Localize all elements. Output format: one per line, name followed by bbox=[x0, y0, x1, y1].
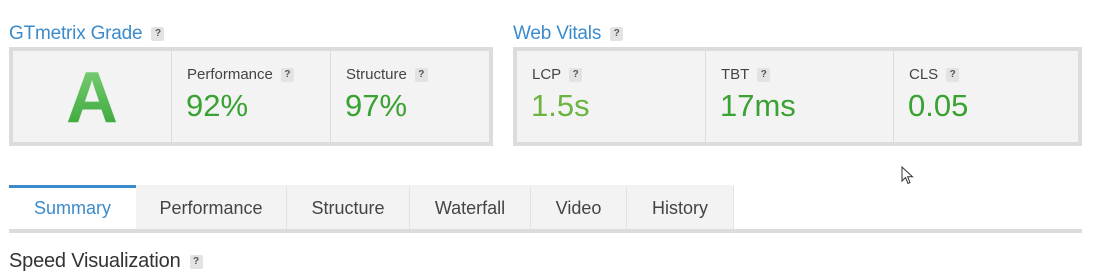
lcp-label: LCP bbox=[532, 66, 562, 83]
cls-label: CLS bbox=[909, 66, 939, 83]
gtmetrix-grade-help-icon[interactable]: ? bbox=[151, 27, 165, 41]
cls-help-icon[interactable]: ? bbox=[946, 67, 960, 82]
lcp-help-icon[interactable]: ? bbox=[569, 67, 583, 82]
structure-metric: Structure ? 97% bbox=[331, 51, 489, 142]
tab-structure[interactable]: Structure bbox=[287, 185, 410, 229]
web-vitals-title: Web Vitals ? bbox=[513, 23, 624, 45]
tbt-value: 17ms bbox=[720, 88, 796, 123]
lcp-metric: LCP ? 1.5s bbox=[517, 51, 706, 142]
cls-metric: CLS ? 0.05 bbox=[894, 51, 1078, 142]
tbt-metric: TBT ? 17ms bbox=[706, 51, 894, 142]
grade-cell: A bbox=[13, 51, 172, 142]
tab-performance[interactable]: Performance bbox=[136, 185, 287, 229]
gtmetrix-grade-title: GTmetrix Grade ? bbox=[9, 23, 165, 45]
tbt-label: TBT bbox=[721, 66, 750, 83]
mouse-pointer-icon bbox=[901, 166, 914, 185]
performance-help-icon[interactable]: ? bbox=[280, 67, 294, 82]
tab-waterfall[interactable]: Waterfall bbox=[410, 185, 531, 229]
report-tabs: Summary Performance Structure Waterfall … bbox=[9, 185, 1082, 233]
speed-visualization-help-icon[interactable]: ? bbox=[189, 254, 203, 269]
performance-label: Performance bbox=[187, 66, 273, 83]
web-vitals-title-text: Web Vitals bbox=[513, 23, 602, 44]
gtmetrix-grade-panel: A Performance ? 92% Structure ? 97% bbox=[9, 47, 493, 146]
structure-help-icon[interactable]: ? bbox=[414, 67, 428, 82]
grade-letter: A bbox=[66, 57, 118, 138]
structure-value: 97% bbox=[345, 88, 408, 123]
tbt-help-icon[interactable]: ? bbox=[757, 67, 771, 82]
tab-history[interactable]: History bbox=[627, 185, 734, 229]
tab-summary[interactable]: Summary bbox=[9, 185, 136, 229]
gtmetrix-grade-title-text: GTmetrix Grade bbox=[9, 23, 143, 44]
web-vitals-help-icon[interactable]: ? bbox=[610, 27, 624, 41]
structure-label: Structure bbox=[346, 66, 407, 83]
cls-value: 0.05 bbox=[908, 88, 969, 123]
lcp-value: 1.5s bbox=[531, 88, 590, 123]
performance-metric: Performance ? 92% bbox=[172, 51, 331, 142]
performance-value: 92% bbox=[186, 88, 249, 123]
web-vitals-panel: LCP ? 1.5s TBT ? 17ms CLS ? 0.05 bbox=[513, 47, 1082, 146]
speed-visualization-title: Speed Visualization ? bbox=[9, 250, 203, 273]
speed-visualization-title-text: Speed Visualization bbox=[9, 250, 181, 272]
tab-video[interactable]: Video bbox=[531, 185, 627, 229]
